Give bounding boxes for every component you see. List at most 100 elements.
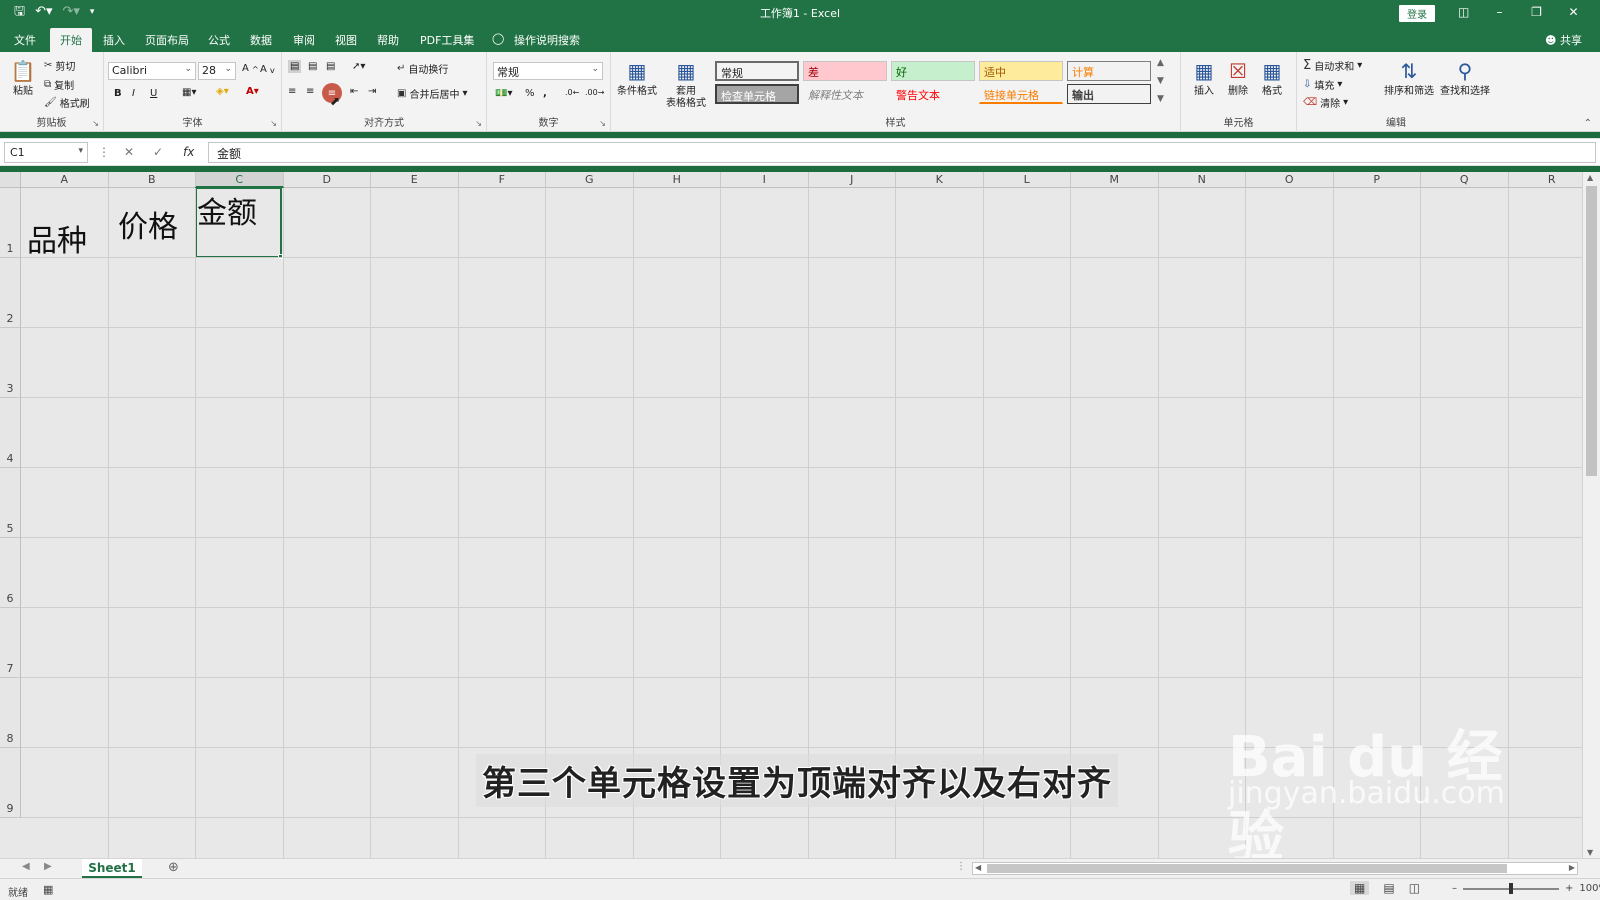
minimize-icon[interactable]: – xyxy=(1481,3,1518,21)
add-sheet-icon[interactable]: ⊕ xyxy=(168,860,179,875)
middle-align-icon[interactable]: ▤ xyxy=(308,61,317,72)
increase-font-icon[interactable]: A ^ xyxy=(242,63,259,74)
row-header-9[interactable]: 9 xyxy=(0,748,21,818)
select-all-corner[interactable] xyxy=(0,172,21,188)
merge-center-button[interactable]: ▣ 合并后居中 ▾ xyxy=(397,86,467,101)
style-neutral[interactable]: 适中 xyxy=(979,61,1063,81)
styles-scroll-up-icon[interactable]: ▲ xyxy=(1157,58,1164,68)
conditional-format-button[interactable]: ▦ 条件格式 xyxy=(615,58,659,98)
dialog-launcher-icon[interactable]: ↘ xyxy=(92,119,99,128)
cell-A1[interactable]: 品种 xyxy=(27,216,87,260)
align-left-icon[interactable]: ≡ xyxy=(288,86,296,97)
row-header-4[interactable]: 4 xyxy=(0,398,21,468)
accounting-format-icon[interactable]: 💵▾ xyxy=(495,88,512,99)
scroll-right-icon[interactable]: ▶ xyxy=(1569,863,1575,872)
sheet-prev-icon[interactable]: ◀ xyxy=(22,861,30,872)
copy-button[interactable]: ⧉ 复制 xyxy=(44,77,74,92)
style-bad[interactable]: 差 xyxy=(803,61,887,81)
style-check-cell[interactable]: 检查单元格 xyxy=(715,84,799,104)
row-header-7[interactable]: 7 xyxy=(0,608,21,678)
cut-button[interactable]: ✂ 剪切 xyxy=(44,58,75,73)
style-calculation[interactable]: 计算 xyxy=(1067,61,1151,81)
font-size-select[interactable]: 28 ⌄ xyxy=(198,62,236,80)
column-header-k[interactable]: K xyxy=(896,172,984,188)
row-header-6[interactable]: 6 xyxy=(0,538,21,608)
zoom-level[interactable]: 100% xyxy=(1579,883,1600,894)
style-explanatory[interactable]: 解释性文本 xyxy=(803,84,887,104)
zoom-slider-knob[interactable] xyxy=(1509,882,1513,894)
fill-color-icon[interactable]: ◈▾ xyxy=(216,86,229,97)
cell-B1[interactable]: 价格 xyxy=(118,202,178,246)
column-header-h[interactable]: H xyxy=(633,172,721,188)
column-header-e[interactable]: E xyxy=(371,172,459,188)
row-header-3[interactable]: 3 xyxy=(0,328,21,398)
format-cells-button[interactable]: ▦ 格式 xyxy=(1257,58,1287,98)
tab-formulas[interactable]: 公式 xyxy=(208,32,230,48)
tab-view[interactable]: 视图 xyxy=(335,32,357,48)
row-header-1[interactable]: 1 xyxy=(0,188,21,258)
dialog-launcher-icon[interactable]: ↘ xyxy=(475,119,482,128)
close-icon[interactable]: ✕ xyxy=(1555,3,1592,21)
column-header-m[interactable]: M xyxy=(1071,172,1159,188)
delete-cells-button[interactable]: ☒ 删除 xyxy=(1223,58,1253,98)
zoom-out-icon[interactable]: – xyxy=(1452,883,1457,894)
format-painter-button[interactable]: 🖌 格式刷 xyxy=(44,95,90,110)
tab-home[interactable]: 开始 xyxy=(50,28,92,54)
dialog-launcher-icon[interactable]: ↘ xyxy=(270,119,277,128)
style-good[interactable]: 好 xyxy=(891,61,975,81)
bottom-align-icon[interactable]: ▤ xyxy=(326,61,335,72)
ribbon-display-options-icon[interactable]: ◫ xyxy=(1458,5,1469,19)
column-header-g[interactable]: G xyxy=(546,172,634,188)
normal-view-icon[interactable]: ▦ xyxy=(1350,881,1370,895)
column-header-n[interactable]: N xyxy=(1158,172,1246,188)
style-warning[interactable]: 警告文本 xyxy=(891,84,975,104)
row-header-8[interactable]: 8 xyxy=(0,678,21,748)
tab-help[interactable]: 帮助 xyxy=(377,32,399,48)
zoom-in-icon[interactable]: + xyxy=(1565,883,1573,894)
top-align-icon[interactable]: ▤ xyxy=(288,60,302,73)
login-button[interactable]: 登录 xyxy=(1399,5,1435,22)
column-header-p[interactable]: P xyxy=(1333,172,1421,188)
scroll-down-icon[interactable]: ▼ xyxy=(1587,848,1593,857)
sheet-tab-sheet1[interactable]: Sheet1 xyxy=(82,859,142,878)
zoom-slider[interactable] xyxy=(1463,882,1559,894)
column-header-d[interactable]: D xyxy=(283,172,371,188)
tab-data[interactable]: 数据 xyxy=(250,32,272,48)
cancel-icon[interactable]: ✕ xyxy=(124,145,134,159)
name-box[interactable]: C1 ▾ xyxy=(4,142,88,163)
vertical-scroll-thumb[interactable] xyxy=(1586,186,1597,476)
insert-cells-button[interactable]: ▦ 插入 xyxy=(1189,58,1219,98)
column-header-a[interactable]: A xyxy=(21,172,109,188)
align-center-icon[interactable]: ≡ xyxy=(306,86,314,97)
fill-button[interactable]: ⇩ 填充 ▾ xyxy=(1303,77,1342,92)
increase-indent-icon[interactable]: ⇥ xyxy=(368,86,376,97)
tab-review[interactable]: 审阅 xyxy=(293,32,315,48)
italic-button[interactable]: I xyxy=(132,88,135,99)
decrease-indent-icon[interactable]: ⇤ xyxy=(350,86,358,97)
tell-me-search[interactable]: 操作说明搜索 xyxy=(514,32,580,48)
tab-pdf-tools[interactable]: PDF工具集 xyxy=(420,32,474,48)
page-layout-view-icon[interactable]: ▤ xyxy=(1383,881,1394,895)
style-output[interactable]: 输出 xyxy=(1067,84,1151,104)
dialog-launcher-icon[interactable]: ↘ xyxy=(599,119,606,128)
wrap-text-button[interactable]: ↵ 自动换行 xyxy=(397,61,448,76)
clear-button[interactable]: ⌫ 清除 ▾ xyxy=(1303,95,1348,110)
share-button[interactable]: ☻ 共享 xyxy=(1545,32,1582,48)
horizontal-scrollbar[interactable]: ◀ ▶ xyxy=(972,862,1578,875)
scroll-up-icon[interactable]: ▲ xyxy=(1587,173,1593,182)
border-icon[interactable]: ▦▾ xyxy=(182,87,196,98)
collapse-ribbon-icon[interactable]: ⌃ xyxy=(1584,118,1592,129)
orientation-icon[interactable]: ➚▾ xyxy=(352,61,365,72)
comma-button[interactable]: , xyxy=(543,88,547,99)
column-header-f[interactable]: F xyxy=(458,172,546,188)
number-format-select[interactable]: 常规 ⌄ xyxy=(493,62,603,80)
column-header-c[interactable]: C xyxy=(196,172,284,188)
page-break-view-icon[interactable]: ◫ xyxy=(1409,881,1420,895)
sheet-next-icon[interactable]: ▶ xyxy=(44,861,52,872)
find-select-button[interactable]: ⚲ 查找和选择 xyxy=(1437,58,1493,98)
tab-page-layout[interactable]: 页面布局 xyxy=(145,32,189,48)
row-header-2[interactable]: 2 xyxy=(0,258,21,328)
scroll-left-icon[interactable]: ◀ xyxy=(975,863,981,872)
style-normal[interactable]: 常规 xyxy=(715,61,799,81)
format-as-table-button[interactable]: ▦ 套用 表格格式 xyxy=(661,58,711,110)
